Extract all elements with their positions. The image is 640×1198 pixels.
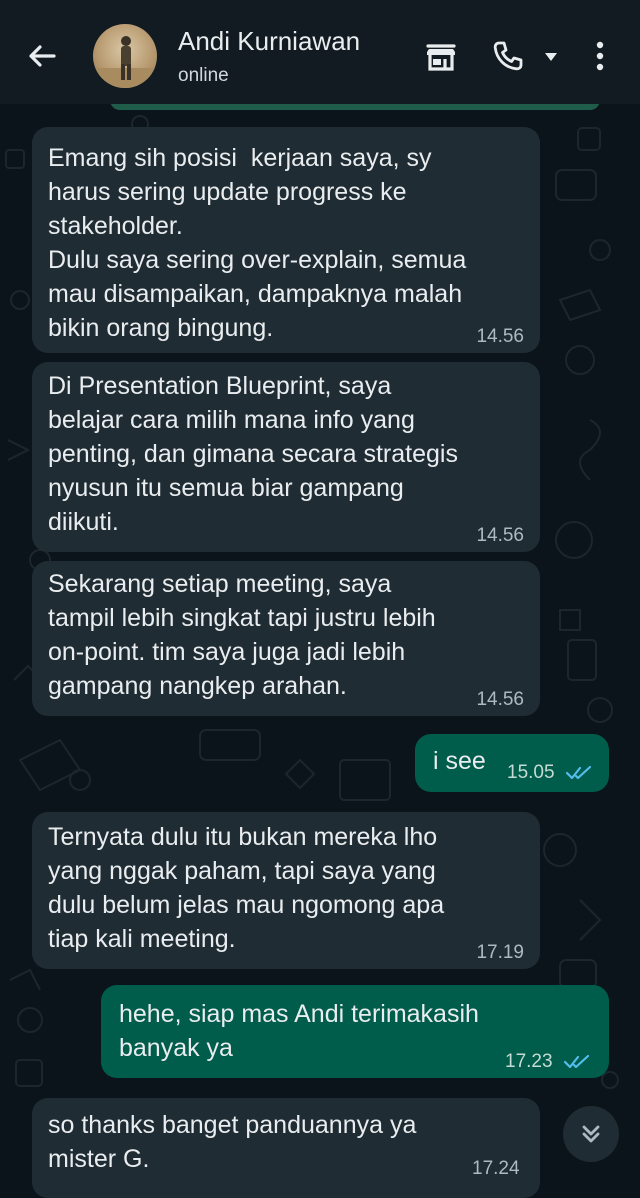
message-text: hehe, siap mas Andi terimakasih banyak y…	[119, 1000, 479, 1062]
avatar[interactable]	[93, 24, 157, 88]
avatar-photo	[93, 36, 157, 88]
message-text: Di Presentation Blueprint, saya belajar …	[48, 372, 458, 536]
message-text: so thanks banget panduannya ya mister G.	[48, 1111, 417, 1173]
message-bubble-outgoing[interactable]: i see 15.05	[415, 734, 609, 792]
message-bubble-incoming[interactable]: Ternyata dulu itu bukan mereka lho yang …	[32, 812, 540, 969]
double-check-read-icon	[563, 1054, 590, 1069]
message-bubble-incoming[interactable]: Sekarang setiap meeting, saya tampil leb…	[32, 561, 540, 716]
chat-header: Andi Kurniawan online	[0, 0, 640, 104]
message-time: 17.24	[472, 1158, 520, 1179]
message-time: 17.19	[476, 942, 524, 963]
message-bubble-incoming[interactable]: Emang sih posisi kerjaan saya, sy harus …	[32, 127, 540, 353]
message-time: 17.23	[505, 1051, 553, 1072]
double-check-read-icon	[565, 765, 592, 780]
message-time: 14.56	[476, 326, 524, 347]
double-chevron-down-icon	[582, 1125, 600, 1143]
message-text: Ternyata dulu itu bukan mereka lho yang …	[48, 823, 445, 953]
contact-name[interactable]: Andi Kurniawan	[178, 26, 360, 57]
phone-icon[interactable]	[490, 38, 526, 74]
message-bubble-incoming[interactable]: so thanks banget panduannya ya mister G.…	[32, 1098, 540, 1198]
message-time: 15.05	[507, 762, 555, 783]
storefront-icon[interactable]	[424, 40, 458, 74]
more-vertical-icon[interactable]	[592, 38, 608, 74]
message-time: 14.56	[476, 525, 524, 546]
caret-down-icon[interactable]	[544, 52, 558, 62]
message-bubble-incoming[interactable]: Di Presentation Blueprint, saya belajar …	[32, 362, 540, 552]
arrow-left-icon[interactable]	[22, 36, 62, 76]
scroll-to-bottom-button[interactable]	[563, 1106, 619, 1162]
message-bubble-outgoing[interactable]: hehe, siap mas Andi terimakasih banyak y…	[101, 985, 609, 1078]
message-time: 14.56	[476, 689, 524, 710]
message-text: Sekarang setiap meeting, saya tampil leb…	[48, 570, 436, 700]
message-text: i see	[433, 747, 486, 775]
contact-status: online	[178, 65, 229, 86]
message-text: Emang sih posisi kerjaan saya, sy harus …	[48, 144, 467, 342]
